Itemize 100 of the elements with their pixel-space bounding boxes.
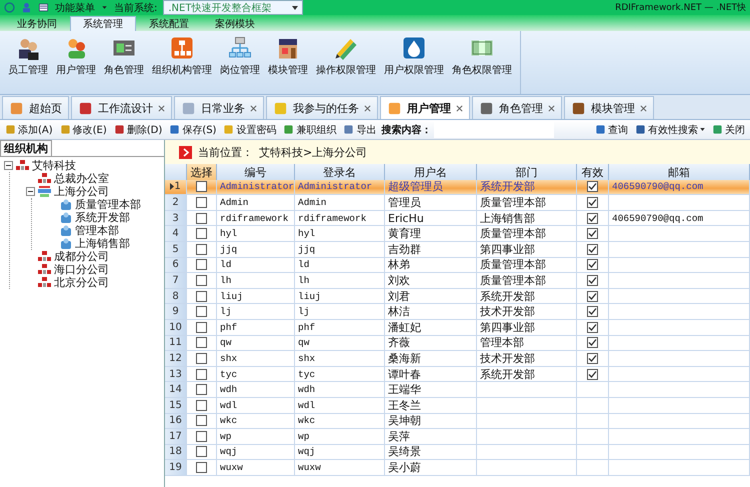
row-header[interactable]: 6 bbox=[165, 258, 187, 274]
ribbon-button[interactable]: 用户管理 bbox=[52, 33, 100, 92]
tree-item[interactable]: 上海销售部 bbox=[75, 237, 130, 250]
row-header[interactable]: 1 bbox=[165, 180, 187, 196]
row-header[interactable]: 13 bbox=[165, 366, 187, 382]
row-checkbox[interactable] bbox=[196, 290, 207, 302]
toolbar-button[interactable]: 添加(A) bbox=[3, 122, 55, 136]
valid-checkbox[interactable] bbox=[587, 244, 598, 255]
document-tab[interactable]: 我参与的任务 bbox=[266, 96, 378, 119]
toolbar-button[interactable]: 兼职组织 bbox=[281, 122, 338, 136]
valid-checkbox[interactable] bbox=[587, 212, 598, 224]
document-tab[interactable]: 模块管理 bbox=[564, 96, 654, 119]
valid-checkbox[interactable] bbox=[587, 337, 598, 348]
column-header[interactable]: 部门 bbox=[477, 164, 577, 182]
valid-checkbox[interactable] bbox=[587, 196, 598, 208]
row-header[interactable]: 8 bbox=[165, 288, 187, 304]
toolbar-button[interactable]: 关闭 bbox=[710, 122, 747, 136]
tree-item[interactable]: 管理本部 bbox=[75, 224, 119, 237]
toolbar-button[interactable]: 修改(E) bbox=[58, 122, 109, 136]
menu-label[interactable]: 功能菜单 bbox=[55, 0, 95, 14]
ribbon-button[interactable]: 组织机构管理 bbox=[148, 33, 216, 92]
system-select[interactable]: .NET快速开发整合框架 bbox=[163, 0, 304, 15]
row-header[interactable]: 16 bbox=[165, 414, 187, 430]
row-checkbox[interactable] bbox=[196, 212, 207, 224]
search-field[interactable] bbox=[434, 122, 554, 138]
document-tab[interactable]: 日常业务 bbox=[174, 96, 264, 119]
valid-checkbox[interactable] bbox=[587, 274, 598, 286]
row-checkbox[interactable] bbox=[196, 462, 207, 474]
row-checkbox[interactable] bbox=[196, 181, 207, 192]
document-tab[interactable]: 超始页 bbox=[2, 96, 69, 119]
valid-checkbox[interactable] bbox=[587, 306, 598, 318]
row-checkbox[interactable] bbox=[196, 244, 207, 255]
ribbon-button[interactable]: 用户权限管理 bbox=[380, 33, 448, 92]
row-checkbox[interactable] bbox=[196, 306, 207, 318]
panel-tab[interactable]: 组织机构 bbox=[0, 140, 52, 156]
row-header[interactable]: 15 bbox=[165, 398, 187, 414]
toolbar-button[interactable]: 查询 bbox=[593, 122, 630, 136]
ribbon-button[interactable]: 角色权限管理 bbox=[448, 33, 516, 92]
document-tab[interactable]: 用户管理 bbox=[380, 96, 470, 119]
row-checkbox[interactable] bbox=[196, 446, 207, 458]
toolbar-button[interactable]: 导出 bbox=[341, 122, 378, 136]
tree-item[interactable]: 质量管理本部 bbox=[75, 198, 141, 211]
close-icon[interactable] bbox=[548, 104, 555, 112]
document-tab[interactable]: 角色管理 bbox=[472, 96, 562, 119]
valid-checkbox[interactable] bbox=[587, 290, 598, 302]
toolbar-button[interactable]: 删除(D) bbox=[112, 122, 164, 136]
filter-dropdown[interactable]: 有效性搜索 bbox=[633, 122, 707, 136]
tree-item[interactable]: 艾特科技 bbox=[32, 159, 76, 172]
row-checkbox[interactable] bbox=[196, 384, 207, 396]
row-header[interactable]: 18 bbox=[165, 444, 187, 460]
row-checkbox[interactable] bbox=[196, 322, 207, 333]
row-checkbox[interactable] bbox=[196, 228, 207, 240]
collapse-icon[interactable] bbox=[4, 161, 13, 170]
close-icon[interactable] bbox=[364, 104, 371, 112]
row-header[interactable]: 10 bbox=[165, 320, 187, 336]
menu-tab[interactable]: 系统管理 bbox=[70, 16, 136, 31]
ribbon-button[interactable]: 员工管理 bbox=[4, 33, 52, 92]
ribbon-button[interactable]: 岗位管理 bbox=[216, 33, 264, 92]
document-tab[interactable]: 工作流设计 bbox=[71, 96, 172, 119]
row-checkbox[interactable] bbox=[196, 368, 207, 380]
valid-checkbox[interactable] bbox=[587, 368, 598, 380]
valid-checkbox[interactable] bbox=[587, 352, 598, 364]
row-checkbox[interactable] bbox=[196, 415, 207, 426]
toolbar-button[interactable]: 保存(S) bbox=[167, 122, 218, 136]
row-checkbox[interactable] bbox=[196, 352, 207, 364]
valid-checkbox[interactable] bbox=[587, 259, 598, 270]
row-header[interactable]: 17 bbox=[165, 429, 187, 445]
row-header[interactable]: 7 bbox=[165, 273, 187, 289]
row-checkbox[interactable] bbox=[196, 259, 207, 270]
tree-item[interactable]: 北京分公司 bbox=[54, 276, 109, 289]
row-header[interactable]: 9 bbox=[165, 304, 187, 320]
row-header[interactable]: 19 bbox=[165, 460, 187, 476]
row-header[interactable]: 2 bbox=[165, 195, 187, 211]
tree-item[interactable]: 总裁办公室 bbox=[54, 172, 109, 185]
close-icon[interactable] bbox=[158, 104, 165, 112]
tree-item[interactable]: 上海分公司 bbox=[54, 185, 109, 198]
row-header[interactable]: 12 bbox=[165, 351, 187, 367]
toolbar-button[interactable]: 设置密码 bbox=[221, 122, 278, 136]
ribbon-button[interactable]: 操作权限管理 bbox=[312, 33, 380, 92]
menu-tab[interactable]: 系统配置 bbox=[136, 16, 202, 31]
row-checkbox[interactable] bbox=[196, 400, 207, 411]
tree-item[interactable]: 系统开发部 bbox=[75, 211, 130, 224]
menu-tab[interactable]: 业务协同 bbox=[4, 16, 70, 31]
valid-checkbox[interactable] bbox=[587, 228, 598, 240]
ribbon-button[interactable]: 角色管理 bbox=[100, 33, 148, 92]
close-icon[interactable] bbox=[640, 104, 647, 112]
collapse-icon[interactable] bbox=[26, 187, 35, 196]
valid-checkbox[interactable] bbox=[587, 322, 598, 333]
close-icon[interactable] bbox=[456, 104, 463, 112]
tree-item[interactable]: 成都分公司 bbox=[54, 250, 109, 263]
column-header[interactable]: 用户名 bbox=[385, 164, 477, 182]
row-checkbox[interactable] bbox=[196, 337, 207, 348]
row-header[interactable]: 5 bbox=[165, 242, 187, 258]
menu-tab[interactable]: 案例模块 bbox=[202, 16, 268, 31]
valid-checkbox[interactable] bbox=[587, 181, 598, 192]
row-header[interactable]: 14 bbox=[165, 382, 187, 398]
tree-item[interactable]: 海口分公司 bbox=[54, 263, 109, 276]
close-icon[interactable] bbox=[250, 104, 257, 112]
row-checkbox[interactable] bbox=[196, 196, 207, 208]
row-checkbox[interactable] bbox=[196, 430, 207, 442]
